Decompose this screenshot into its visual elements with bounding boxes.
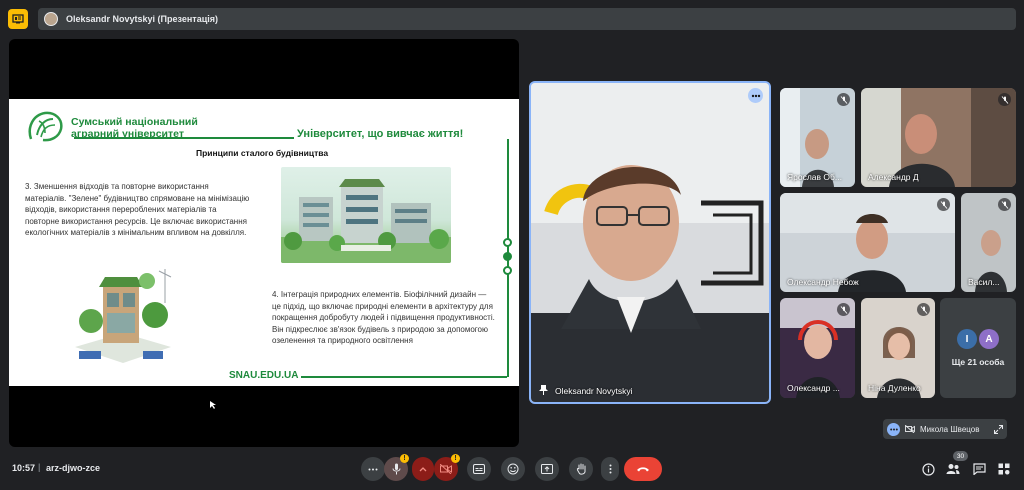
participant-name: Ніна Дуленко [868, 383, 921, 393]
present-button[interactable] [535, 457, 559, 481]
participant-avatar: А [979, 329, 999, 349]
pin-icon[interactable] [539, 385, 548, 395]
participant-avatar: І [957, 329, 977, 349]
self-view[interactable]: Микола Швецов [883, 419, 1007, 439]
participant-name: Ярослав Об... [787, 172, 842, 182]
raise-hand-icon [576, 463, 585, 475]
university-website: SNAU.EDU.UA [229, 370, 299, 381]
people-icon [946, 464, 960, 474]
expand-icon[interactable] [994, 424, 1003, 434]
hangup-icon [637, 467, 649, 472]
speaker-tile[interactable]: Oleksandr Novytskyi [529, 81, 771, 404]
chat-icon [972, 463, 986, 475]
self-name: Микола Швецов [920, 424, 980, 434]
camera-off-icon [440, 464, 452, 474]
more-vert-icon[interactable] [748, 88, 763, 103]
activities-icon [998, 463, 1010, 475]
people-count-badge: 30 [953, 451, 968, 461]
university-logo [28, 111, 63, 142]
people-button[interactable] [945, 461, 961, 477]
more-participants-label: Ще 21 особа [951, 357, 1005, 367]
participant-tile[interactable]: Александр Д [861, 88, 1016, 187]
slide-dot [503, 266, 512, 275]
slide-dot-active [503, 252, 512, 261]
info-icon [921, 462, 935, 476]
chevron-up-icon [419, 466, 427, 471]
captions-icon [473, 464, 485, 474]
camera-off-icon [905, 425, 915, 433]
captions-button[interactable] [467, 457, 491, 481]
more-horiz-icon [368, 468, 378, 470]
mic-off-icon [998, 198, 1011, 211]
university-tagline: Університет, що вивчає життя! [297, 128, 464, 140]
participant-name: Oleksandr Novytskyi [555, 386, 633, 396]
separator: | [38, 462, 41, 472]
participant-tile[interactable]: Ніна Дуленко [861, 298, 935, 398]
emoji-icon [507, 463, 519, 475]
participant-tile[interactable]: Ярослав Об... [780, 88, 855, 187]
more-options-button[interactable] [601, 457, 619, 481]
participant-tile[interactable]: Олександр ... [780, 298, 855, 398]
speaker-video [531, 83, 769, 402]
mic-off-icon [998, 93, 1011, 106]
meet-app: Oleksandr Novytskyi (Презентація) Сумськ… [0, 0, 1024, 490]
participant-name: Олександр Небож [787, 277, 859, 287]
participant-name: Олександр ... [787, 383, 840, 393]
participant-tile[interactable]: Васил... [961, 193, 1016, 292]
participant-name: Васил... [968, 277, 1000, 287]
mouse-cursor-icon [210, 401, 216, 409]
slide-dots [503, 238, 513, 275]
activities-button[interactable] [996, 461, 1012, 477]
presentation-stage: Сумський національний аграрний університ… [9, 39, 519, 447]
presenter-avatar [44, 12, 58, 26]
camera-options-button[interactable] [412, 457, 434, 481]
presentation-icon[interactable] [8, 9, 28, 29]
slide-heading: Принципи сталого будівництва [196, 148, 329, 158]
more-horiz-icon[interactable] [887, 422, 900, 436]
info-button[interactable] [920, 461, 936, 477]
mic-off-icon [837, 303, 850, 316]
warning-icon: ! [400, 454, 409, 463]
green-buildings-image [281, 167, 451, 263]
participant-tile[interactable]: Олександр Небож [780, 193, 955, 292]
presentation-title-bar[interactable]: Oleksandr Novytskyi (Презентація) [38, 8, 1016, 30]
slide-dot [503, 238, 512, 247]
mic-icon [392, 463, 400, 475]
audio-options-button[interactable] [361, 457, 385, 481]
raise-hand-button[interactable] [569, 457, 593, 481]
footer-divider [301, 376, 507, 378]
clock: 10:57 [12, 463, 36, 473]
warning-icon: ! [451, 454, 460, 463]
slide: Сумський національний аграрний університ… [9, 99, 519, 386]
mic-off-icon [837, 93, 850, 106]
present-icon [541, 464, 553, 474]
meeting-code: arz-djwo-zce [46, 463, 101, 473]
emoji-button[interactable] [501, 457, 525, 481]
chat-button[interactable] [971, 461, 987, 477]
slide-paragraph-2: 4. Інтеграція природних елементів. Біофі… [272, 290, 495, 345]
mic-off-icon [917, 303, 930, 316]
leave-call-button[interactable] [624, 457, 662, 481]
presenter-title: Oleksandr Novytskyi (Презентація) [66, 14, 219, 24]
header-divider [74, 137, 294, 139]
more-vert-icon [609, 464, 611, 474]
participant-name: Александр Д [868, 172, 919, 182]
eco-house-illustration [67, 263, 177, 369]
mic-off-icon [937, 198, 950, 211]
more-participants-tile[interactable] [940, 298, 1016, 398]
slide-paragraph-1: 3. Зменшення відходів та повторне викори… [25, 182, 250, 237]
